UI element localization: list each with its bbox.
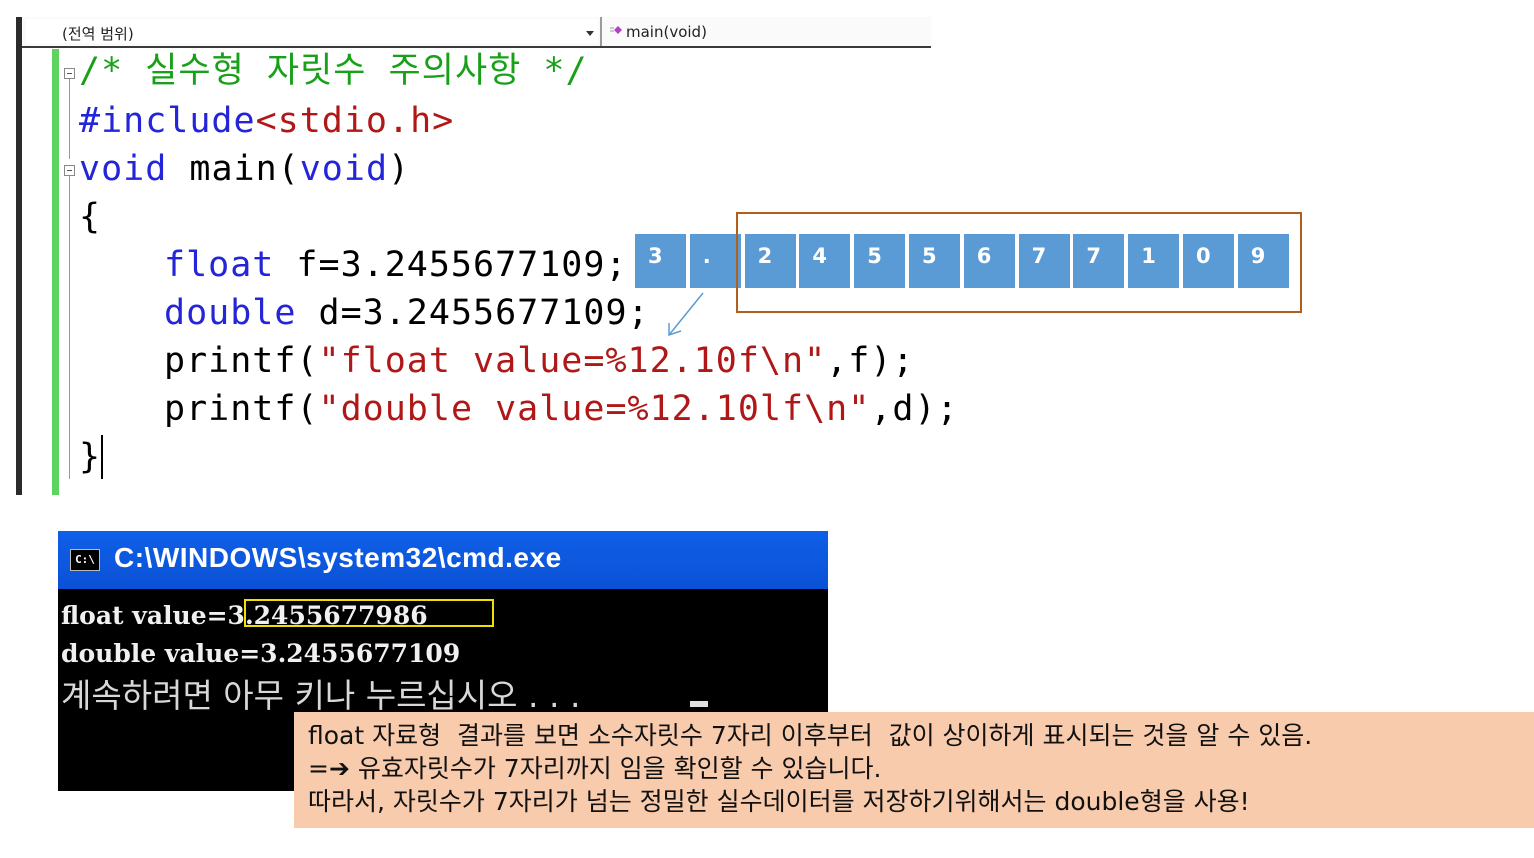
code-line-4: { bbox=[79, 197, 102, 237]
code-token-rest: ,d); bbox=[870, 389, 959, 429]
fold-guide bbox=[69, 176, 70, 479]
scope-dropdown-label: (전역 범위) bbox=[62, 25, 134, 43]
code-token-string: "float value=%12.10f\n" bbox=[318, 341, 827, 381]
code-line-2: #include<stdio.h> bbox=[79, 101, 454, 141]
code-line-5: float f=3.2455677109; bbox=[164, 245, 628, 285]
decimal-highlight-box bbox=[736, 212, 1302, 313]
code-line-9: } bbox=[79, 437, 102, 477]
code-token-rest: ,f); bbox=[826, 341, 915, 381]
text-caret bbox=[101, 435, 103, 479]
navigation-bar: (전역 범위) main(void) bbox=[22, 17, 931, 48]
code-line-8: printf("double value=%12.10lf\n",d); bbox=[164, 389, 959, 429]
code-token-header: <stdio.h> bbox=[255, 101, 455, 141]
scope-dropdown[interactable]: (전역 범위) bbox=[26, 19, 598, 43]
chevron-down-icon[interactable] bbox=[586, 31, 594, 36]
code-token-directive: #include bbox=[79, 101, 256, 141]
code-token-rest: f=3.2455677109; bbox=[274, 245, 628, 285]
annotation-note: float 자료형 결과를 보면 소수자릿수 7자리 이후부터 값이 상이하게 … bbox=[294, 712, 1534, 828]
digit-box: . bbox=[689, 234, 743, 288]
code-token-fn: printf( bbox=[164, 341, 319, 381]
code-line-3: void main(void) bbox=[79, 149, 410, 189]
code-token-type: float bbox=[164, 245, 275, 285]
cmd-icon: C:\ bbox=[70, 549, 100, 571]
code-token-string: "double value=%12.10lf\n" bbox=[318, 389, 871, 429]
code-token-rest: d=3.2455677109; bbox=[296, 293, 650, 333]
float-result-highlight bbox=[244, 599, 494, 627]
pointer-arrow-icon bbox=[668, 292, 704, 337]
code-token-type: void bbox=[79, 149, 168, 189]
code-line-1: /* 실수형 자릿수 주의사항 */ bbox=[79, 51, 588, 91]
note-line-3: 따라서, 자릿수가 7자리가 넘는 정밀한 실수데이터를 저장하기위해서는 do… bbox=[308, 787, 1250, 816]
code-token-param: void bbox=[299, 149, 389, 189]
note-line-1: float 자료형 결과를 보면 소수자릿수 7자리 이후부터 값이 상이하게 … bbox=[308, 721, 1313, 750]
fold-toggle-comment[interactable] bbox=[64, 68, 75, 79]
fold-toggle-main[interactable] bbox=[64, 165, 75, 176]
fold-guide bbox=[69, 79, 70, 159]
method-icon bbox=[610, 26, 622, 34]
code-token-type: double bbox=[164, 293, 297, 333]
console-line-2: double value=3.2455677109 bbox=[61, 639, 461, 668]
console-title: C:\WINDOWS\system32\cmd.exe bbox=[114, 542, 562, 573]
console-title-bar[interactable]: C:\ C:\WINDOWS\system32\cmd.exe bbox=[58, 531, 828, 589]
console-cursor bbox=[690, 701, 708, 707]
console-line-3: 계속하려면 아무 키나 누르십시오 . . . bbox=[61, 676, 581, 715]
note-line-2: =➔ 유효자릿수가 7자리까지 임을 확인할 수 있습니다. bbox=[308, 754, 882, 783]
code-line-6: double d=3.2455677109; bbox=[164, 293, 650, 333]
digit-box: 3 bbox=[635, 234, 688, 288]
code-token-name: main( bbox=[167, 149, 300, 189]
code-token-close: ) bbox=[388, 149, 411, 189]
member-dropdown-label: main(void) bbox=[626, 23, 707, 41]
code-token-fn: printf( bbox=[164, 389, 319, 429]
editor-left-border bbox=[16, 17, 22, 495]
code-line-7: printf("float value=%12.10f\n",f); bbox=[164, 341, 914, 381]
toolbar-separator bbox=[600, 17, 602, 46]
change-indicator-bar bbox=[52, 49, 59, 495]
console-line-1-label: float value bbox=[61, 601, 207, 630]
